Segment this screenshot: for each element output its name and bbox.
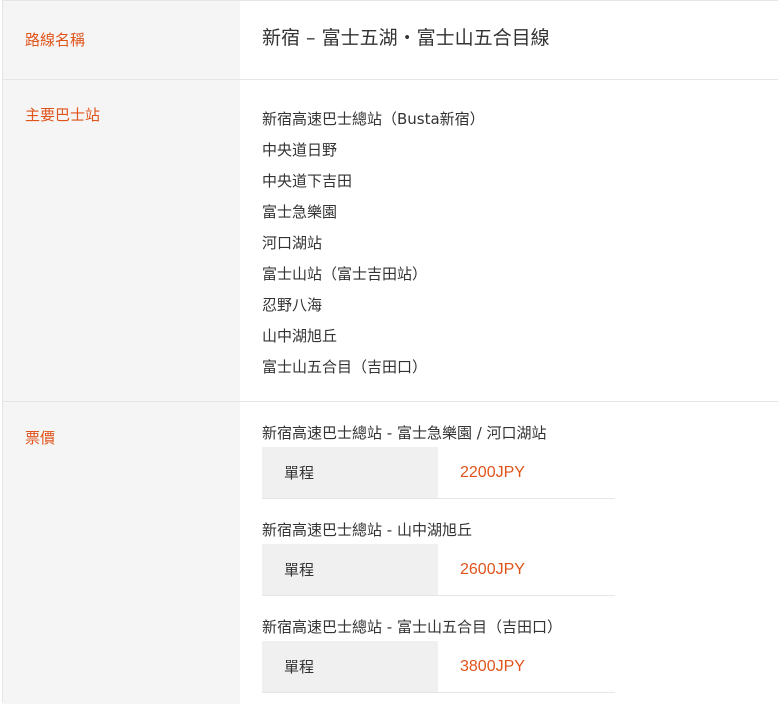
fare-table: 單程 2200JPY	[262, 447, 615, 499]
fare-price: 2600JPY	[460, 560, 525, 578]
main-stops-label: 主要巴士站	[3, 80, 240, 401]
fare-table: 單程 2600JPY	[262, 544, 615, 596]
fare-price: 2200JPY	[460, 463, 525, 481]
route-name-label: 路線名稱	[3, 1, 240, 79]
route-name-value: 新宿 – 富士五湖・富士山五合目線	[240, 1, 778, 79]
fare-type: 單程	[262, 544, 438, 595]
fare-table: 單程 3800JPY	[262, 641, 615, 693]
fare-group: 新宿高速巴士總站 - 富士山五合目（吉田口） 單程 3800JPY	[262, 613, 778, 693]
fare-type: 單程	[262, 447, 438, 498]
stop-item: 忍野八海	[262, 296, 323, 314]
fare-route: 新宿高速巴士總站 - 山中湖旭丘	[262, 521, 472, 539]
stop-item: 富士山五合目（吉田口）	[262, 358, 428, 376]
route-name-row: 路線名稱 新宿 – 富士五湖・富士山五合目線	[3, 0, 778, 80]
route-info-table: 路線名稱 新宿 – 富士五湖・富士山五合目線 主要巴士站 新宿高速巴士總站（Bu…	[2, 0, 778, 704]
stop-item: 山中湖旭丘	[262, 327, 338, 345]
stop-list: 新宿高速巴士總站（Busta新宿） 中央道日野 中央道下吉田 富士急樂園 河口湖…	[262, 104, 778, 383]
stop-item: 富士急樂園	[262, 203, 338, 221]
stop-item: 新宿高速巴士總站（Busta新宿）	[262, 110, 485, 128]
fare-label: 票價	[3, 402, 240, 704]
fare-value: 新宿高速巴士總站 - 富士急樂園 / 河口湖站 單程 2200JPY 新宿高速巴…	[240, 402, 778, 704]
fare-group: 新宿高速巴士總站 - 富士急樂園 / 河口湖站 單程 2200JPY	[262, 419, 778, 499]
stop-item: 中央道下吉田	[262, 172, 353, 190]
stop-item: 中央道日野	[262, 141, 338, 159]
main-stops-value: 新宿高速巴士總站（Busta新宿） 中央道日野 中央道下吉田 富士急樂園 河口湖…	[240, 80, 778, 401]
stop-item: 河口湖站	[262, 234, 323, 252]
fare-group: 新宿高速巴士總站 - 山中湖旭丘 單程 2600JPY	[262, 516, 778, 596]
fare-route: 新宿高速巴士總站 - 富士山五合目（吉田口）	[262, 618, 562, 636]
fare-route: 新宿高速巴士總站 - 富士急樂園 / 河口湖站	[262, 424, 547, 442]
fare-row: 票價 新宿高速巴士總站 - 富士急樂園 / 河口湖站 單程 2200JPY 新宿…	[3, 402, 778, 704]
stop-item: 富士山站（富士吉田站）	[262, 265, 428, 283]
fare-type: 單程	[262, 641, 438, 692]
fare-price: 3800JPY	[460, 657, 525, 675]
main-stops-row: 主要巴士站 新宿高速巴士總站（Busta新宿） 中央道日野 中央道下吉田 富士急…	[3, 80, 778, 402]
